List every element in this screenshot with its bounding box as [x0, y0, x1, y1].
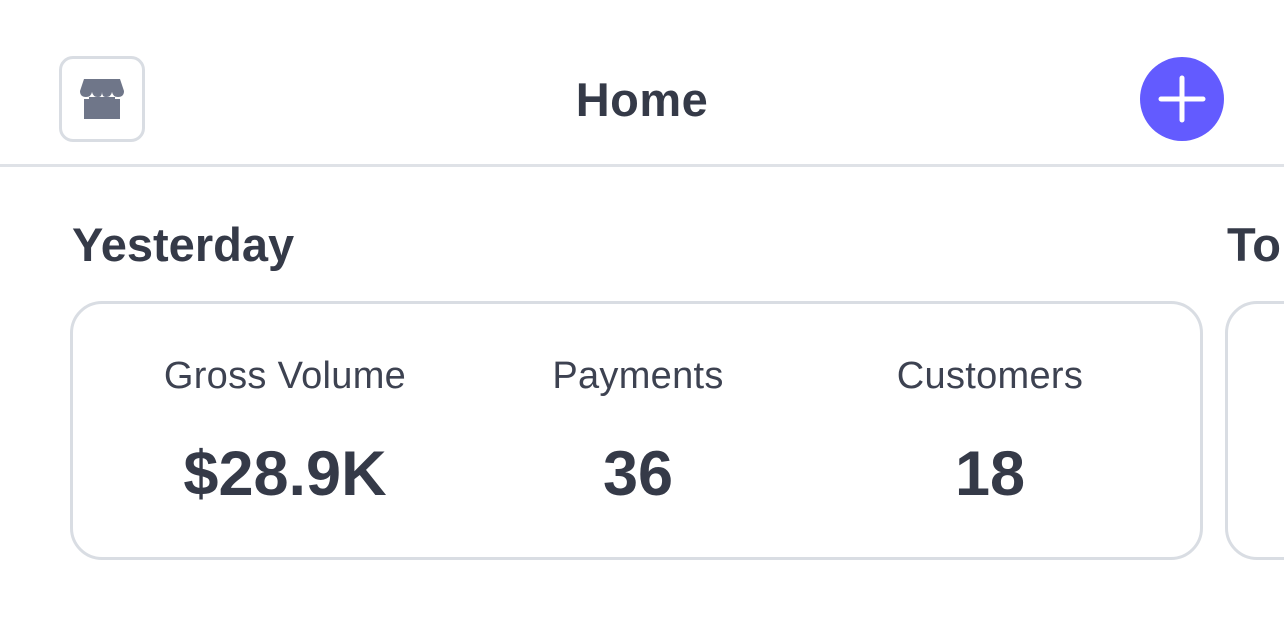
section-title-yesterday: Yesterday — [72, 218, 295, 271]
metric-value: 36 — [602, 439, 674, 509]
metric-label: Gross Volume — [163, 355, 407, 397]
plus-icon — [1157, 74, 1207, 124]
summary-card-today[interactable] — [1225, 301, 1284, 560]
page-title: Home — [575, 73, 709, 126]
top-navigation-bar: Home — [0, 0, 1284, 167]
summary-card-yesterday[interactable]: Gross Volume $28.9K Payments 36 Customer… — [70, 301, 1203, 560]
section-title-today: To — [1227, 218, 1281, 271]
metric-label: Payments — [552, 355, 724, 397]
add-button[interactable] — [1140, 57, 1224, 141]
metric-label: Customers — [896, 355, 1084, 397]
metric-value: $28.9K — [183, 439, 387, 509]
metric-value: 18 — [954, 439, 1026, 509]
